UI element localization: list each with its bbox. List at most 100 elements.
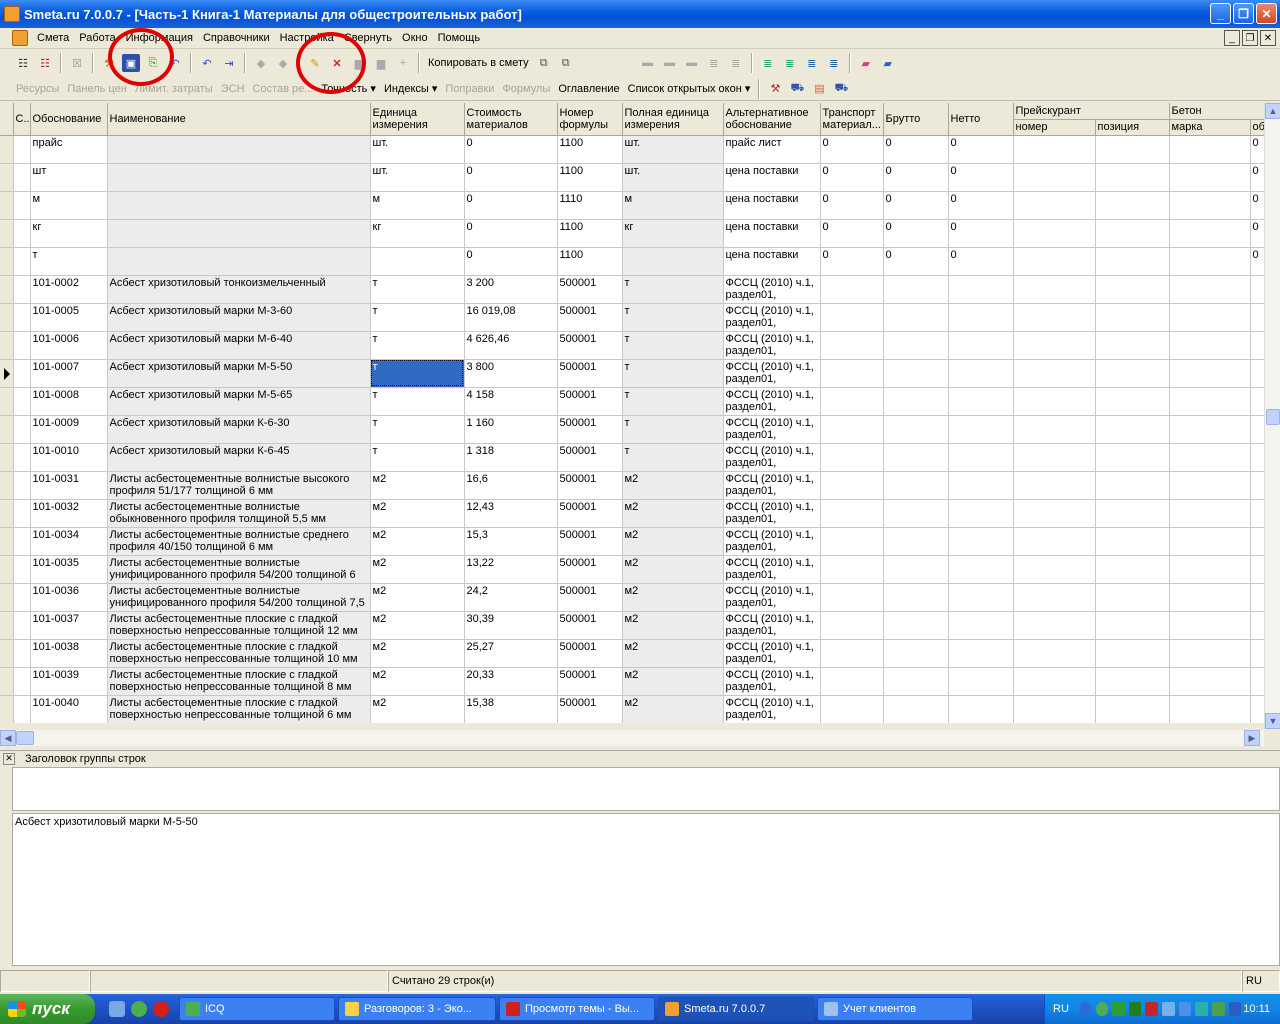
cell-alt-basis[interactable]: ФССЦ (2010) ч.1, раздел01, bbox=[723, 555, 821, 584]
cell-pl-number[interactable] bbox=[1013, 583, 1096, 612]
cell-concrete-mark[interactable] bbox=[1169, 527, 1251, 556]
group-header-text[interactable] bbox=[12, 767, 1280, 811]
book-blue-icon[interactable]: ▰ bbox=[879, 54, 897, 72]
cell-concrete-mark[interactable] bbox=[1169, 191, 1251, 220]
column-header-net[interactable]: Нетто bbox=[948, 103, 1014, 136]
cell-full-unit[interactable]: м2 bbox=[622, 695, 724, 723]
cell-gross[interactable] bbox=[883, 303, 949, 332]
vertical-scrollbar[interactable]: ▲ ▼ bbox=[1264, 103, 1280, 729]
cell-gross[interactable] bbox=[883, 499, 949, 528]
cell-pl-number[interactable] bbox=[1013, 247, 1096, 276]
cell-alt-basis[interactable]: ФССЦ (2010) ч.1, раздел01, bbox=[723, 471, 821, 500]
table-row[interactable]: 101-0032 Листы асбестоцементные волнистые… bbox=[0, 499, 1264, 528]
cell-pl-number[interactable] bbox=[1013, 191, 1096, 220]
undo-delete-icon[interactable]: ↶ bbox=[198, 54, 216, 72]
cell-concrete-mark[interactable] bbox=[1169, 359, 1251, 388]
cell-unit[interactable]: т bbox=[370, 331, 465, 360]
cell-gross[interactable] bbox=[883, 443, 949, 472]
cell-pl-position[interactable] bbox=[1095, 331, 1170, 360]
cell-last[interactable]: 0 bbox=[1250, 163, 1264, 192]
cell-alt-basis[interactable]: ФССЦ (2010) ч.1, раздел01, bbox=[723, 443, 821, 472]
cell-alt-basis[interactable]: ФССЦ (2010) ч.1, раздел01, bbox=[723, 415, 821, 444]
cell-full-unit[interactable]: м2 bbox=[622, 667, 724, 696]
cell-net[interactable] bbox=[948, 303, 1014, 332]
cell-gross[interactable]: 0 bbox=[883, 163, 949, 192]
cell-net[interactable]: 0 bbox=[948, 247, 1014, 276]
cell-name[interactable]: Листы асбестоцементные волнистые обыкнов… bbox=[107, 499, 371, 528]
cell-cost[interactable]: 4 626,46 bbox=[464, 331, 558, 360]
cell-net[interactable] bbox=[948, 275, 1014, 304]
tree-icon[interactable]: ☷ bbox=[14, 54, 32, 72]
indexes-dropdown[interactable]: Индексы ▾ bbox=[380, 82, 441, 95]
cell-formula[interactable]: 500001 bbox=[557, 583, 623, 612]
cell-formula[interactable]: 500001 bbox=[557, 275, 623, 304]
cell-net[interactable] bbox=[948, 359, 1014, 388]
cell-cost[interactable]: 0 bbox=[464, 247, 558, 276]
cell-last[interactable] bbox=[1250, 471, 1264, 500]
cell-gross[interactable] bbox=[883, 275, 949, 304]
cell-basis[interactable]: прайс bbox=[30, 135, 108, 164]
tool-icon[interactable]: ⚒ bbox=[100, 54, 118, 72]
cell-transport[interactable] bbox=[820, 583, 884, 612]
cell-alt-basis[interactable]: цена поставки bbox=[723, 163, 821, 192]
cell-basis[interactable]: 101-0036 bbox=[30, 583, 108, 612]
cell-cost[interactable]: 12,43 bbox=[464, 499, 558, 528]
cell-concrete-mark[interactable] bbox=[1169, 639, 1251, 668]
cell-concrete-mark[interactable] bbox=[1169, 331, 1251, 360]
tray-monitor-icon[interactable] bbox=[1228, 1002, 1242, 1016]
cell-cost[interactable]: 1 318 bbox=[464, 443, 558, 472]
row-indicator[interactable] bbox=[0, 695, 14, 723]
row-indicator[interactable] bbox=[0, 219, 14, 248]
cell-formula[interactable]: 500001 bbox=[557, 443, 623, 472]
move-down-icon[interactable]: ≣ bbox=[825, 54, 843, 72]
cell-gross[interactable] bbox=[883, 331, 949, 360]
cell-basis[interactable]: т bbox=[30, 247, 108, 276]
cell-formula[interactable]: 500001 bbox=[557, 667, 623, 696]
scroll-down-button[interactable]: ▼ bbox=[1265, 713, 1280, 729]
cell-net[interactable]: 0 bbox=[948, 219, 1014, 248]
cell-net[interactable] bbox=[948, 611, 1014, 640]
maximize-button[interactable]: ❐ bbox=[1233, 3, 1254, 24]
cell-cost[interactable]: 25,27 bbox=[464, 639, 558, 668]
cell-basis[interactable]: 101-0039 bbox=[30, 667, 108, 696]
cell-basis[interactable]: 101-0009 bbox=[30, 415, 108, 444]
cell-full-unit[interactable]: кг bbox=[622, 219, 724, 248]
table-row[interactable]: 101-0039 Листы асбестоцементные плоские с… bbox=[0, 667, 1264, 696]
cell-pl-position[interactable] bbox=[1095, 387, 1170, 416]
cell-basis[interactable]: 101-0002 bbox=[30, 275, 108, 304]
taskbar-button[interactable]: Разговоров: 3 - Эко... bbox=[338, 997, 496, 1021]
cell-net[interactable] bbox=[948, 555, 1014, 584]
cell-unit[interactable]: шт. bbox=[370, 163, 465, 192]
table-row[interactable]: прайс шт. 0 1100 шт. прайс лист 0 0 0 0 bbox=[0, 135, 1264, 164]
cell-c[interactable] bbox=[13, 163, 31, 192]
cell-concrete-mark[interactable] bbox=[1169, 219, 1251, 248]
cell-gross[interactable] bbox=[883, 471, 949, 500]
row-indicator[interactable] bbox=[0, 443, 14, 472]
cell-unit[interactable]: м bbox=[370, 191, 465, 220]
cell-formula[interactable]: 500001 bbox=[557, 611, 623, 640]
cell-pl-number[interactable] bbox=[1013, 331, 1096, 360]
cell-formula[interactable]: 500001 bbox=[557, 303, 623, 332]
cell-net[interactable] bbox=[948, 695, 1014, 723]
column-header-concrete-mark[interactable]: марка bbox=[1169, 119, 1251, 136]
cell-cost[interactable]: 0 bbox=[464, 219, 558, 248]
delete-icon[interactable]: ✕ bbox=[328, 54, 346, 72]
cell-gross[interactable]: 0 bbox=[883, 247, 949, 276]
horizontal-scrollbar[interactable]: ◀ ▶ bbox=[0, 730, 1264, 746]
cell-c[interactable] bbox=[13, 415, 31, 444]
cell-name[interactable] bbox=[107, 219, 371, 248]
cell-name[interactable]: Асбест хризотиловый марки М-5-50 bbox=[107, 359, 371, 388]
column-header-basis[interactable]: Обоснование bbox=[30, 103, 108, 136]
cell-concrete-mark[interactable] bbox=[1169, 415, 1251, 444]
cell-name[interactable] bbox=[107, 247, 371, 276]
cell-cost[interactable]: 20,33 bbox=[464, 667, 558, 696]
cell-transport[interactable] bbox=[820, 387, 884, 416]
cell-full-unit[interactable]: шт. bbox=[622, 163, 724, 192]
cell-full-unit[interactable]: м2 bbox=[622, 499, 724, 528]
move-up-icon[interactable]: ≣ bbox=[803, 54, 821, 72]
cell-last[interactable] bbox=[1250, 331, 1264, 360]
table-row[interactable]: шт шт. 0 1100 шт. цена поставки 0 0 0 0 bbox=[0, 163, 1264, 192]
cell-concrete-mark[interactable] bbox=[1169, 163, 1251, 192]
table-row[interactable]: 101-0002 Асбест хризотиловый тонкоизмельч… bbox=[0, 275, 1264, 304]
export-icon[interactable]: ⎘ bbox=[144, 54, 162, 72]
